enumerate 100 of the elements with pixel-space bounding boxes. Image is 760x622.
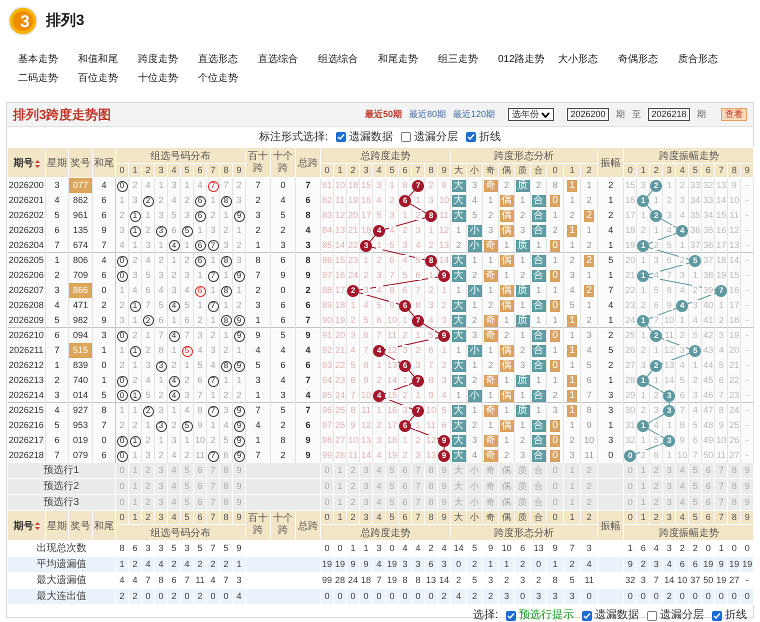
checkbox[interactable] <box>336 132 346 142</box>
table-cell: 7 <box>220 572 232 588</box>
table-cell: 18 <box>346 178 360 192</box>
nav-link[interactable]: 质合形态 <box>678 52 738 67</box>
table-cell: 27 <box>728 448 741 462</box>
table-cell: 4 <box>676 494 689 510</box>
circled-number: 6 <box>194 286 206 296</box>
sort-icon[interactable] <box>34 160 40 168</box>
nav-link[interactable]: 奇偶形态 <box>618 52 678 67</box>
column-header: 星期 <box>47 158 67 169</box>
form-tag: 奇 <box>484 405 498 418</box>
table-cell: 8 <box>154 572 168 588</box>
form-tag: 小 <box>468 390 482 402</box>
nav-link[interactable]: 和值和尾 <box>78 52 138 67</box>
nav-link[interactable]: 基本走势 <box>18 52 78 67</box>
nav-link[interactable]: 直选形态 <box>198 52 258 67</box>
row-label: 预选行2 <box>43 480 80 492</box>
form-tag: 大 <box>452 270 466 282</box>
table-cell: 19 <box>702 556 715 572</box>
table-cell: 6 <box>702 478 715 494</box>
table-cell: 4 <box>650 268 663 282</box>
nav-link[interactable]: 跨度走势 <box>138 52 198 67</box>
group-header: 组选号码分布 <box>150 151 211 162</box>
table-cell: 3 <box>580 540 598 556</box>
circled-number: 1 <box>130 210 140 222</box>
nav-link[interactable]: 个位走势 <box>198 71 258 86</box>
nav-link[interactable]: 组三走势 <box>438 52 498 67</box>
table-cell: 10 <box>498 540 515 556</box>
table-cell: 8 <box>116 540 128 556</box>
checkbox[interactable] <box>582 610 592 620</box>
table-cell: 0 <box>320 462 334 478</box>
circled-number: 6 <box>194 210 206 222</box>
table-cell: 7 <box>206 494 220 510</box>
form-tag: 小 <box>468 285 482 297</box>
table-cell: 2 <box>580 494 598 510</box>
range-link[interactable]: 最近50期 <box>364 108 402 122</box>
table-cell: 8 <box>220 462 232 478</box>
checkbox[interactable] <box>712 610 722 620</box>
table-cell: 2 <box>346 462 360 478</box>
sort-icon[interactable] <box>34 522 40 530</box>
table-cell: - <box>740 328 754 342</box>
table-cell: 质 <box>514 462 531 478</box>
table-cell: 0 <box>624 478 637 494</box>
view-button[interactable]: 查看 <box>721 108 747 121</box>
table-cell: 12 <box>662 342 676 358</box>
nav-link[interactable]: 大小形态 <box>558 52 618 67</box>
nav-link[interactable]: 二码走势 <box>18 71 78 86</box>
table-cell: 1 <box>636 494 650 510</box>
table-cell: 2 <box>650 238 663 252</box>
form-tag: 质 <box>516 180 530 192</box>
table-cell: 0 <box>320 540 334 556</box>
table-cell: 11 <box>386 328 399 342</box>
year-select[interactable]: 选年份 <box>508 108 554 121</box>
range-link[interactable]: 最近120期 <box>452 108 495 122</box>
table-cell: 4 <box>676 282 689 298</box>
nav-link[interactable]: 012路走势 <box>498 52 558 67</box>
form-tag: 质 <box>516 405 530 418</box>
table-cell: 12 <box>334 208 347 222</box>
table-cell: 13 <box>438 238 451 252</box>
checkbox[interactable] <box>647 610 657 620</box>
circled-number: 9 <box>234 406 245 417</box>
table-cell: 19 <box>714 572 728 588</box>
table-cell: 19 <box>334 312 347 328</box>
nav-link[interactable]: 组选综合 <box>318 52 378 67</box>
table-cell: 8 <box>360 358 373 372</box>
table-cell: 21 <box>728 358 741 372</box>
circled-number: 7 <box>208 180 218 192</box>
circled-number: 7 <box>208 376 218 386</box>
table-cell: 1 <box>714 540 728 556</box>
table-cell: 1 <box>386 178 399 192</box>
table-cell: 2 <box>142 478 154 494</box>
table-cell: 4 <box>116 572 128 588</box>
table-cell: 4 <box>128 572 142 588</box>
table-cell: - <box>740 358 754 372</box>
nav-link[interactable]: 和尾走势 <box>378 52 438 67</box>
checkbox[interactable] <box>466 132 476 142</box>
form-tag: 奇 <box>484 240 498 252</box>
table-cell: 16 <box>386 402 399 418</box>
table-cell: 25 <box>728 418 741 432</box>
nav-link[interactable]: 直选综合 <box>258 52 318 67</box>
table-cell: 1 <box>128 462 142 478</box>
table-cell: 19 <box>386 572 399 588</box>
checkbox[interactable] <box>506 610 516 620</box>
table-cell: 8 <box>546 572 564 588</box>
table-cell: 8 <box>728 462 741 478</box>
table-cell: 7 <box>142 572 154 588</box>
table-cell: 23 <box>728 388 741 402</box>
period-input[interactable]: 2026200 <box>567 108 609 121</box>
table-cell: 15 <box>624 178 637 192</box>
table-cell: 13 <box>714 178 728 192</box>
range-link[interactable]: 最近80期 <box>408 108 446 122</box>
table-cell: 19 <box>728 556 741 572</box>
table-cell: 4 <box>386 222 399 238</box>
table-cell: 2 <box>424 540 438 556</box>
period-input[interactable]: 2026218 <box>648 108 690 121</box>
nav-link[interactable]: 百位走势 <box>78 71 138 86</box>
table-cell: 13 <box>360 432 373 448</box>
checkbox[interactable] <box>401 132 412 142</box>
nav-link[interactable]: 十位走势 <box>138 71 198 86</box>
table-cell: 1 <box>636 432 650 448</box>
